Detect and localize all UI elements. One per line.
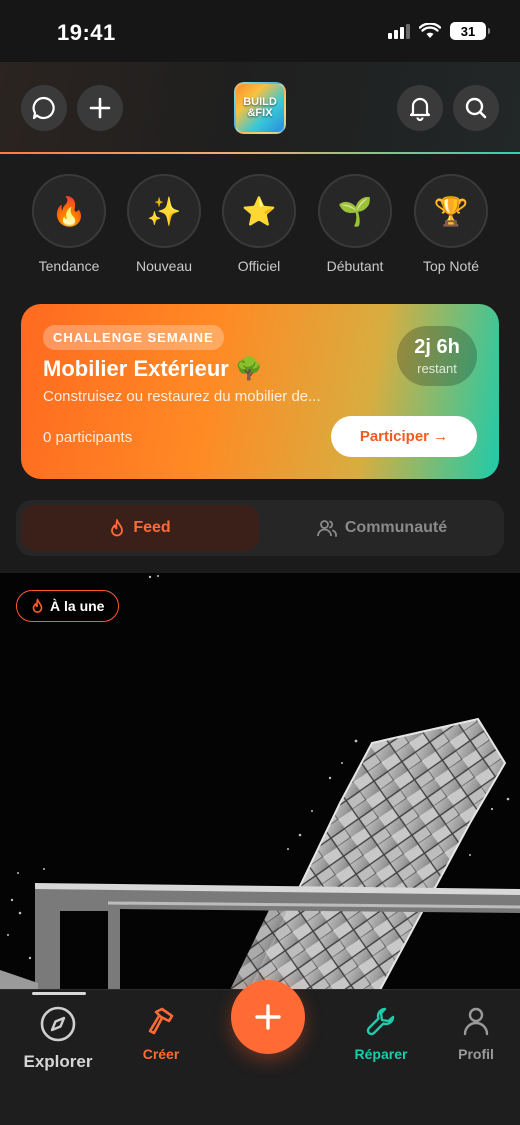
participants-count: 0 participants: [43, 429, 133, 446]
featured-badge: À la une: [16, 590, 120, 622]
logo-text-line2: &FIX: [247, 107, 273, 119]
category-label: Débutant: [326, 258, 384, 274]
nav-create-label: Créer: [142, 1046, 180, 1062]
participate-button[interactable]: Participer →: [331, 416, 477, 457]
notifications-button[interactable]: [397, 85, 443, 131]
category-nouveau[interactable]: ✨ Nouveau: [116, 174, 212, 274]
nav-explorer[interactable]: Explorer: [8, 1005, 108, 1072]
category-label: Officiel: [237, 258, 281, 274]
search-button[interactable]: [453, 85, 499, 131]
flame-icon: [32, 598, 43, 613]
category-label: Tendance: [38, 258, 100, 274]
seedling-icon: 🌱: [318, 174, 392, 248]
challenge-description: Construisez ou restaurez du mobilier de.…: [43, 388, 321, 405]
hammer-icon: [148, 1007, 174, 1035]
battery-icon: 31: [450, 22, 490, 40]
star-icon: ⭐: [222, 174, 296, 248]
trophy-icon: 🏆: [414, 174, 488, 248]
challenge-badge: CHALLENGE SEMAINE: [43, 325, 224, 350]
tab-community[interactable]: Communauté: [265, 505, 499, 551]
nav-repair-label: Réparer: [354, 1046, 408, 1062]
search-icon: [465, 97, 487, 119]
tab-feed-label: Feed: [133, 519, 171, 536]
status-bar: 19:41 31: [0, 0, 520, 62]
user-icon: [463, 1007, 489, 1036]
plus-icon: [255, 1004, 281, 1030]
sparkles-icon: ✨: [127, 174, 201, 248]
fire-icon: 🔥: [32, 174, 106, 248]
nav-explorer-label: Explorer: [23, 1052, 93, 1071]
nav-create[interactable]: Créer: [111, 1005, 211, 1062]
messages-button[interactable]: [21, 85, 67, 131]
featured-post-image[interactable]: [0, 573, 520, 990]
tab-feed[interactable]: Feed: [21, 505, 259, 551]
nav-repair[interactable]: Réparer: [331, 1005, 431, 1062]
cellular-signal-icon: [388, 23, 410, 39]
wifi-icon: [419, 23, 441, 38]
flame-icon: [111, 519, 124, 537]
status-icons: 31: [388, 22, 490, 40]
countdown-value: 2j 6h: [414, 336, 460, 358]
countdown-label: restant: [417, 361, 457, 376]
featured-badge-label: À la une: [50, 598, 105, 614]
plus-icon: [89, 97, 111, 119]
category-tendance[interactable]: 🔥 Tendance: [21, 174, 117, 274]
challenge-countdown: 2j 6h restant: [397, 326, 477, 386]
status-time: 19:41: [57, 20, 116, 45]
feed-tabs: Feed Communauté: [16, 500, 504, 556]
create-post-fab[interactable]: [231, 980, 305, 1054]
users-icon: [316, 520, 337, 537]
category-label: Top Noté: [422, 258, 480, 274]
nav-profile[interactable]: Profil: [426, 1005, 520, 1062]
nav-profile-label: Profil: [458, 1046, 494, 1062]
challenge-title: Mobilier Extérieur 🌳: [43, 356, 263, 381]
category-debutant[interactable]: 🌱 Débutant: [307, 174, 403, 274]
app-logo[interactable]: BUILD &FIX: [234, 82, 286, 134]
tab-community-label: Communauté: [344, 519, 448, 536]
outdoor-chair-photo: [0, 573, 520, 990]
category-row: 🔥 Tendance ✨ Nouveau ⭐ Officiel 🌱 Débuta…: [0, 174, 520, 284]
category-label: Nouveau: [135, 258, 193, 274]
chat-bubble-icon: [32, 96, 55, 120]
wrench-icon: [366, 1007, 395, 1036]
weekly-challenge-card[interactable]: CHALLENGE SEMAINE Mobilier Extérieur 🌳 C…: [21, 304, 499, 479]
add-button[interactable]: [77, 85, 123, 131]
header-accent-line: [0, 152, 520, 154]
active-tab-indicator: [32, 992, 86, 995]
category-top-note[interactable]: 🏆 Top Noté: [403, 174, 499, 274]
bell-icon: [409, 97, 431, 121]
category-officiel[interactable]: ⭐ Officiel: [211, 174, 307, 274]
compass-icon: [40, 1006, 76, 1042]
